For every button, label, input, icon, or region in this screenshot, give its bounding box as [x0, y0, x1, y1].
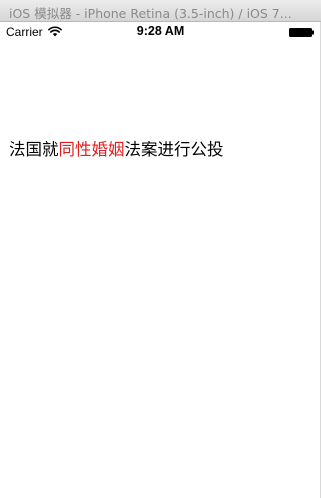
simulator-window: iOS 模拟器 - iPhone Retina (3.5-inch) / iOS…: [0, 0, 321, 498]
headline-highlight: 同性婚姻: [58, 140, 125, 159]
battery-icon: [289, 28, 314, 37]
headline-label[interactable]: 法国就同性婚姻法案进行公投: [9, 136, 224, 160]
app-content: 法国就同性婚姻法案进行公投: [0, 43, 321, 498]
status-bar: Carrier 9:28 AM: [0, 22, 321, 43]
window-title: iOS 模拟器 - iPhone Retina (3.5-inch) / iOS…: [9, 6, 292, 21]
status-time: 9:28 AM: [136, 24, 185, 38]
headline-suffix: 法案进行公投: [124, 140, 224, 159]
window-titlebar[interactable]: iOS 模拟器 - iPhone Retina (3.5-inch) / iOS…: [0, 0, 321, 22]
headline-prefix: 法国就: [9, 140, 59, 159]
